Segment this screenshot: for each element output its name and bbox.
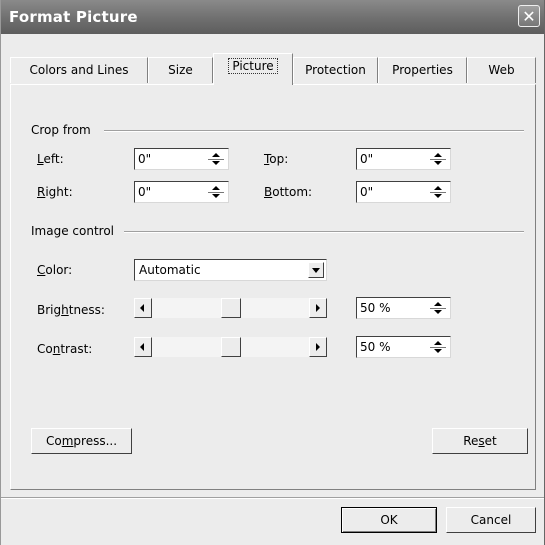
tab-properties[interactable]: Properties: [378, 57, 467, 83]
reset-button[interactable]: Reset: [432, 428, 528, 454]
contrast-value: 50 %: [360, 340, 391, 354]
label-text: Re: [463, 434, 479, 448]
label-text: Co: [37, 342, 53, 356]
crop-left-value: 0": [138, 152, 152, 166]
tab-label: Colors and Lines: [29, 63, 129, 77]
spin-arrows-icon[interactable]: [430, 339, 446, 355]
tab-label: Properties: [392, 63, 453, 77]
close-button[interactable]: ✕: [518, 5, 540, 27]
tab-web[interactable]: Web: [467, 57, 536, 83]
crop-bottom-label: Bottom:: [264, 185, 312, 199]
crop-left-spinner[interactable]: 0": [134, 148, 229, 170]
tab-label: Picture: [228, 58, 278, 74]
spin-arrows-icon[interactable]: [208, 151, 224, 167]
brightness-spinner[interactable]: 50 %: [356, 297, 451, 319]
close-icon: ✕: [522, 7, 536, 26]
label-text: ottom:: [272, 185, 313, 199]
contrast-spinner[interactable]: 50 %: [356, 336, 451, 358]
label-text: Brig: [37, 303, 62, 317]
dropdown-arrow-icon[interactable]: [308, 262, 324, 278]
tab-label: Web: [488, 63, 515, 77]
footer-divider: [1, 497, 544, 499]
compress-button[interactable]: Compress...: [31, 428, 132, 454]
mnemonic: h: [61, 303, 69, 317]
mnemonic: B: [264, 185, 273, 199]
tab-size[interactable]: Size: [148, 57, 213, 83]
crop-from-group-label: Crop from: [31, 123, 91, 137]
crop-top-label: Top:: [264, 152, 288, 166]
scroll-left-icon[interactable]: [134, 298, 152, 318]
dialog-title: Format Picture: [9, 8, 138, 26]
crop-bottom-spinner[interactable]: 0": [356, 181, 451, 203]
image-control-group-label: Image control: [31, 224, 114, 238]
mnemonic: m: [61, 434, 74, 448]
spin-arrows-icon[interactable]: [208, 184, 224, 200]
title-bar[interactable]: Format Picture ✕: [1, 0, 544, 34]
contrast-slider-thumb[interactable]: [221, 337, 241, 357]
scroll-right-icon[interactable]: [309, 337, 327, 357]
label-text: Co: [45, 434, 62, 448]
label-text: op:: [269, 152, 289, 166]
crop-top-spinner[interactable]: 0": [356, 148, 451, 170]
label-text: press...: [73, 434, 118, 448]
contrast-label: Contrast:: [37, 342, 92, 356]
brightness-value: 50 %: [360, 301, 391, 315]
label-text: tness:: [68, 303, 105, 317]
brightness-label: Brightness:: [37, 303, 105, 317]
crop-bottom-value: 0": [360, 185, 374, 199]
scroll-left-icon[interactable]: [134, 337, 152, 357]
crop-right-spinner[interactable]: 0": [134, 181, 229, 203]
label-text: trast:: [60, 342, 93, 356]
ok-button[interactable]: OK: [341, 507, 437, 533]
color-dropdown[interactable]: Automatic: [134, 259, 327, 281]
crop-right-value: 0": [138, 185, 152, 199]
brightness-slider-thumb[interactable]: [221, 298, 241, 318]
crop-right-label: Right:: [37, 185, 73, 199]
tab-picture[interactable]: Picture: [213, 53, 293, 85]
brightness-slider[interactable]: [134, 298, 327, 318]
spin-arrows-icon[interactable]: [430, 300, 446, 316]
color-value: Automatic: [139, 263, 201, 277]
cancel-button[interactable]: Cancel: [446, 507, 536, 533]
tab-label: Size: [168, 63, 193, 77]
crop-group-divider: [104, 130, 524, 132]
tab-label: Protection: [305, 63, 366, 77]
contrast-slider[interactable]: [134, 337, 327, 357]
scroll-right-icon[interactable]: [309, 298, 327, 318]
spin-arrows-icon[interactable]: [430, 151, 446, 167]
label-text: et: [484, 434, 497, 448]
tab-colors-and-lines[interactable]: Colors and Lines: [10, 57, 148, 83]
image-control-group-divider: [124, 231, 524, 233]
crop-top-value: 0": [360, 152, 374, 166]
spin-arrows-icon[interactable]: [430, 184, 446, 200]
label-text: olor:: [45, 263, 73, 277]
label-text: eft:: [43, 152, 64, 166]
crop-left-label: Left:: [37, 152, 64, 166]
color-label: Color:: [37, 263, 72, 277]
format-picture-dialog: Format Picture ✕ Colors and Lines Size P…: [0, 0, 545, 545]
label-text: ight:: [45, 185, 73, 199]
tab-protection[interactable]: Protection: [293, 57, 378, 83]
